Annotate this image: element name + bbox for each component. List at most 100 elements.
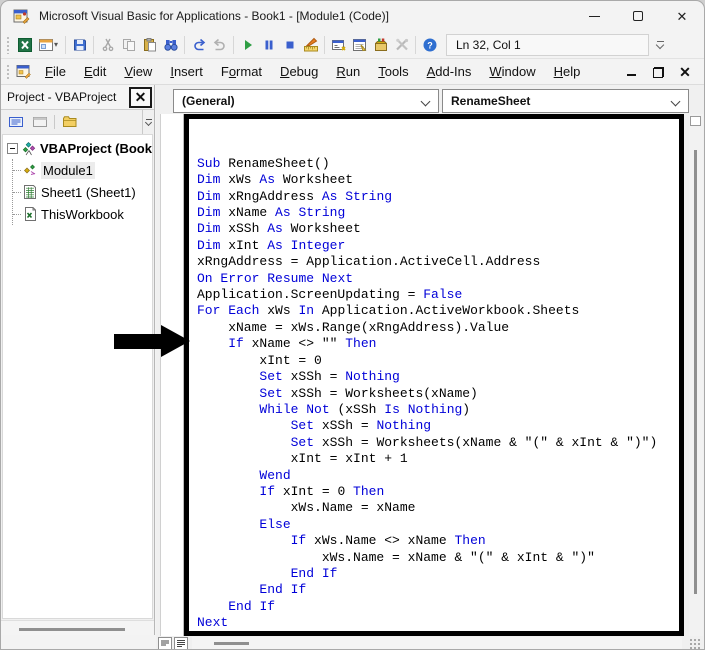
code-vscroll-thumb[interactable] bbox=[694, 150, 697, 594]
paste-icon[interactable] bbox=[139, 34, 160, 56]
code-line: Set xSSh = Nothing bbox=[259, 369, 400, 385]
code-line: If xInt = 0 Then bbox=[259, 483, 385, 499]
maximize-icon[interactable] bbox=[616, 1, 660, 31]
menu-help[interactable]: Help bbox=[545, 61, 590, 82]
dropdown-caret-icon[interactable]: ▾ bbox=[54, 40, 62, 49]
project-panel-hscroll-thumb[interactable] bbox=[19, 628, 125, 631]
close-icon[interactable]: ✕ bbox=[660, 1, 704, 31]
menubar-grip[interactable] bbox=[6, 63, 10, 80]
vba-project-icon bbox=[21, 141, 37, 157]
menu-debug[interactable]: Debug bbox=[271, 61, 327, 82]
full-module-view-button[interactable] bbox=[174, 637, 188, 649]
code-line: End If bbox=[228, 598, 276, 614]
worksheet-icon bbox=[22, 184, 38, 200]
menu-tools[interactable]: Tools bbox=[369, 61, 417, 82]
menu-file[interactable]: File bbox=[36, 61, 75, 82]
code-vscrollbar[interactable] bbox=[689, 114, 703, 636]
redo-icon[interactable] bbox=[209, 34, 230, 56]
workbook-icon bbox=[22, 206, 38, 222]
insert-userform-icon[interactable] bbox=[35, 34, 56, 56]
project-explorer-icon[interactable] bbox=[328, 34, 349, 56]
mdi-minimize-icon[interactable] bbox=[622, 63, 640, 81]
code-line: For Each xWs In Application.ActiveWorkbo… bbox=[197, 303, 580, 319]
toolbox-icon[interactable] bbox=[391, 34, 412, 56]
code-line: Dim xSSh As Worksheet bbox=[197, 221, 361, 237]
menu-format[interactable]: Format bbox=[212, 61, 271, 82]
tree-item-thisworkbook[interactable]: ThisWorkbook bbox=[13, 203, 152, 225]
view-code-icon[interactable] bbox=[6, 114, 25, 131]
menu-view[interactable]: View bbox=[115, 61, 161, 82]
code-window-bottom-bar bbox=[156, 636, 704, 649]
standard-toolbar: ▾? Ln 32, Col 1 bbox=[1, 31, 704, 59]
toolbar-separator bbox=[415, 35, 416, 54]
menu-bar: File Edit View Insert Format Debug Run Tools Add… bbox=[1, 59, 704, 85]
code-line: xInt = 0 bbox=[197, 352, 322, 368]
title-bar: Microsoft Visual Basic for Applications … bbox=[1, 1, 704, 31]
code-line: Wend bbox=[259, 467, 291, 483]
reset-icon[interactable] bbox=[279, 34, 300, 56]
vba-editor-window: Microsoft Visual Basic for Applications … bbox=[0, 0, 705, 650]
object-dropdown[interactable]: (General) bbox=[173, 89, 439, 113]
resize-grip[interactable] bbox=[690, 639, 701, 649]
break-icon[interactable] bbox=[258, 34, 279, 56]
module-icon bbox=[22, 162, 38, 178]
save-icon[interactable] bbox=[69, 34, 90, 56]
code-line: xInt = xInt + 1 bbox=[197, 451, 408, 467]
project-explorer-panel: Project - VBAProject ✕ VBAProject (Book1… bbox=[1, 85, 155, 635]
object-browser-icon[interactable] bbox=[370, 34, 391, 56]
vba-app-icon bbox=[13, 9, 30, 24]
menu-addins[interactable]: Add-Ins bbox=[418, 61, 481, 82]
project-panel-options-icon[interactable] bbox=[142, 110, 154, 134]
menu-edit[interactable]: Edit bbox=[75, 61, 115, 82]
minimize-icon[interactable] bbox=[572, 1, 616, 31]
properties-window-icon[interactable] bbox=[349, 34, 370, 56]
code-line: Application.ScreenUpdating = False bbox=[197, 287, 463, 303]
code-line: Set xSSh = Nothing bbox=[290, 418, 432, 434]
cut-icon[interactable] bbox=[97, 34, 118, 56]
mdi-restore-icon[interactable] bbox=[649, 63, 667, 81]
menu-run[interactable]: Run bbox=[327, 61, 369, 82]
view-object-icon[interactable] bbox=[30, 114, 49, 131]
project-panel-title: Project - VBAProject bbox=[7, 90, 117, 104]
tree-item-module1[interactable]: Module1 bbox=[13, 159, 152, 181]
procedure-dropdown[interactable]: RenameSheet bbox=[442, 89, 689, 113]
code-line: xRngAddress = Application.ActiveCell.Add… bbox=[197, 254, 541, 270]
code-line: While Not (xSSh Is Nothing) bbox=[259, 401, 471, 417]
code-line: On Error Resume Next bbox=[197, 270, 354, 286]
excel-view-icon[interactable] bbox=[14, 34, 35, 56]
menu-window[interactable]: Window bbox=[480, 61, 544, 82]
tree-item-sheet1sheet1[interactable]: Sheet1 (Sheet1) bbox=[13, 181, 152, 203]
code-hscroll-thumb[interactable] bbox=[214, 642, 249, 645]
annotation-arrow bbox=[114, 325, 190, 357]
procedure-view-button[interactable] bbox=[158, 637, 172, 649]
code-line: Set xSSh = Worksheets(xName & "(" & xInt… bbox=[290, 434, 658, 450]
code-line: If xWs.Name <> xName Then bbox=[290, 533, 486, 549]
project-panel-close-icon[interactable]: ✕ bbox=[129, 86, 152, 108]
project-panel-toolbar bbox=[1, 110, 154, 134]
run-icon[interactable] bbox=[237, 34, 258, 56]
svg-text:?: ? bbox=[427, 40, 433, 50]
code-line: If xName <> "" Then bbox=[228, 336, 377, 352]
code-line: xWs.Name = xName & "(" & xInt & ")" bbox=[197, 549, 595, 565]
help-icon[interactable]: ? bbox=[419, 34, 440, 56]
project-panel-hscrollbar[interactable] bbox=[1, 620, 154, 635]
code-line: xWs.Name = xName bbox=[197, 500, 416, 516]
toolbar-grip[interactable] bbox=[6, 35, 10, 54]
tree-item-vbaproject[interactable]: VBAProject (Book1) bbox=[3, 138, 152, 159]
design-mode-icon[interactable] bbox=[300, 34, 321, 56]
find-icon[interactable] bbox=[160, 34, 181, 56]
copy-icon[interactable] bbox=[118, 34, 139, 56]
module-window-icon bbox=[16, 65, 31, 79]
undo-icon[interactable] bbox=[188, 34, 209, 56]
mdi-close-icon[interactable]: ✕ bbox=[676, 63, 694, 81]
menu-list: File Edit View Insert Format Debug Run Tools Add… bbox=[36, 61, 589, 82]
menu-insert[interactable]: Insert bbox=[161, 61, 212, 82]
toolbar-options-icon[interactable] bbox=[653, 34, 667, 56]
code-editor[interactable]: Sub RenameSheet() Dim xWs As Worksheet Dim… bbox=[184, 114, 684, 636]
code-vscroll-button[interactable] bbox=[690, 116, 701, 126]
code-line: Dim xWs As Worksheet bbox=[197, 172, 354, 188]
code-hscrollbar[interactable] bbox=[192, 637, 682, 649]
toggle-folders-icon[interactable] bbox=[60, 114, 79, 131]
collapse-icon[interactable] bbox=[7, 143, 18, 154]
window-title: Microsoft Visual Basic for Applications … bbox=[39, 9, 389, 23]
